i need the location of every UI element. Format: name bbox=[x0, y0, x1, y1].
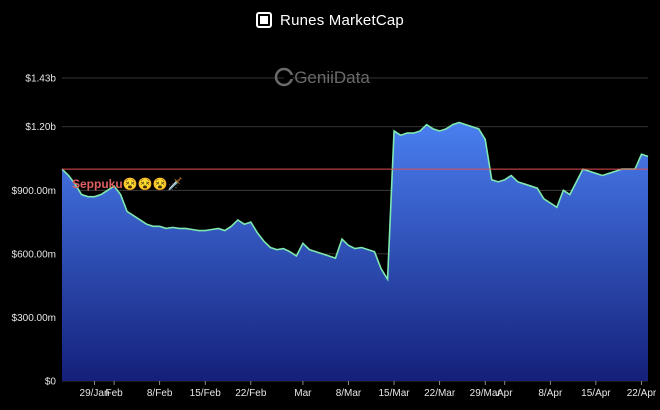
chart-title: Runes MarketCap bbox=[280, 11, 404, 29]
area-fill bbox=[62, 122, 648, 381]
x-tick-label: 15/Apr bbox=[581, 388, 611, 399]
x-tick-label: 8/Mar bbox=[336, 388, 362, 399]
x-tick-label: 22/Mar bbox=[424, 388, 456, 399]
chart-header: Runes MarketCap bbox=[0, 8, 660, 32]
y-axis-ticks: $0 $300.00m $600.00m $900.00m $1.20b $1.43b bbox=[12, 74, 57, 388]
y-tick-label: $1.20b bbox=[25, 122, 56, 133]
y-tick-label: $600.00m bbox=[12, 249, 56, 260]
x-tick-label: 15/Mar bbox=[379, 388, 411, 399]
x-tick-label: 8/Feb bbox=[147, 388, 173, 399]
x-axis-ticks: 29/JanFeb 8/Feb 15/Feb 22/Feb Mar 8/Mar 15/Mar… bbox=[80, 381, 657, 399]
x-tick-label: 8/Apr bbox=[538, 388, 563, 399]
x-tick-label: Feb bbox=[105, 388, 123, 399]
y-tick-label: $1.43b bbox=[25, 74, 56, 85]
marketcap-chart: $0 $300.00m $600.00m $900.00m $1.20b $1.43b G… bbox=[12, 67, 657, 399]
watermark-text: GeniiData bbox=[294, 68, 370, 87]
threshold-annotation: Seppuku😵😵😵🗡️ bbox=[72, 177, 182, 191]
y-tick-label: $0 bbox=[45, 377, 57, 388]
x-tick-label: 22/Feb bbox=[235, 388, 267, 399]
y-tick-label: $300.00m bbox=[12, 313, 56, 324]
square-logo-icon bbox=[256, 12, 273, 28]
x-tick-label: 22/Apr bbox=[627, 388, 657, 399]
x-tick-label: Apr bbox=[497, 388, 513, 399]
x-tick-label: Mar bbox=[294, 388, 312, 399]
y-tick-label: $900.00m bbox=[12, 186, 56, 197]
geniidata-logo-icon bbox=[274, 67, 294, 87]
chart-root: $0 $300.00m $600.00m $900.00m $1.20b $1.43b G… bbox=[0, 0, 660, 410]
x-tick-label: 15/Feb bbox=[190, 388, 222, 399]
